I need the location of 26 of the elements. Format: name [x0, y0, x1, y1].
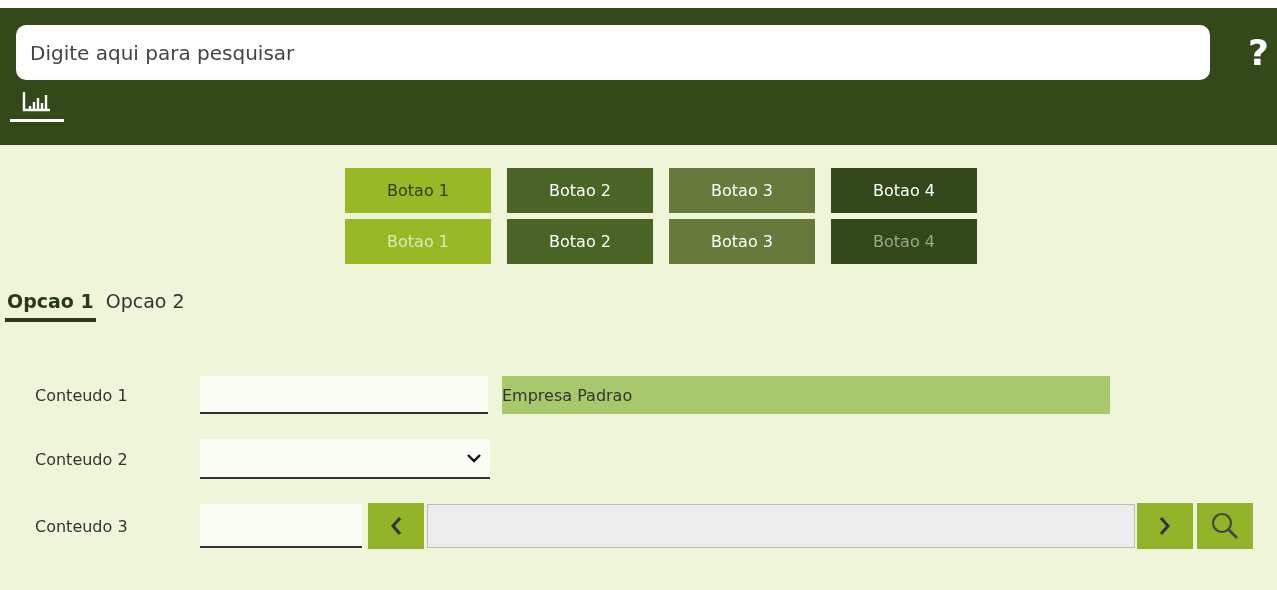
field-label: Conteudo 3	[34, 516, 129, 536]
action-button[interactable]: Botao 1	[345, 168, 491, 213]
action-button[interactable]: Botao 3	[669, 168, 815, 213]
search-field[interactable]: Digite aqui para pesquisar	[16, 25, 1210, 80]
input-field[interactable]	[200, 376, 488, 414]
chevron-down-icon	[466, 453, 482, 463]
bar-chart-icon	[22, 92, 52, 112]
previous-button[interactable]	[368, 503, 424, 549]
action-button[interactable]: Botao 4	[831, 168, 977, 213]
action-button[interactable]: Botao 2	[507, 219, 653, 264]
tab[interactable]: Opcao 1	[5, 284, 96, 322]
next-button[interactable]	[1137, 503, 1193, 549]
tab[interactable]: Opcao 2	[103, 284, 187, 322]
chevron-right-icon	[1159, 516, 1171, 536]
chevron-left-icon	[390, 516, 402, 536]
company-display: Empresa Padrao	[502, 376, 1110, 414]
field-label: Conteudo 1	[34, 385, 129, 405]
action-button[interactable]: Botao 2	[507, 168, 653, 213]
input-field[interactable]	[200, 504, 362, 548]
search-button[interactable]	[1197, 503, 1253, 549]
chart-button[interactable]	[10, 92, 64, 122]
search-icon	[1210, 511, 1240, 541]
action-button[interactable]: Botao 3	[669, 219, 815, 264]
help-button[interactable]: ?	[1248, 32, 1269, 73]
dropdown-field[interactable]	[200, 439, 490, 479]
field-label: Conteudo 2	[34, 449, 129, 469]
